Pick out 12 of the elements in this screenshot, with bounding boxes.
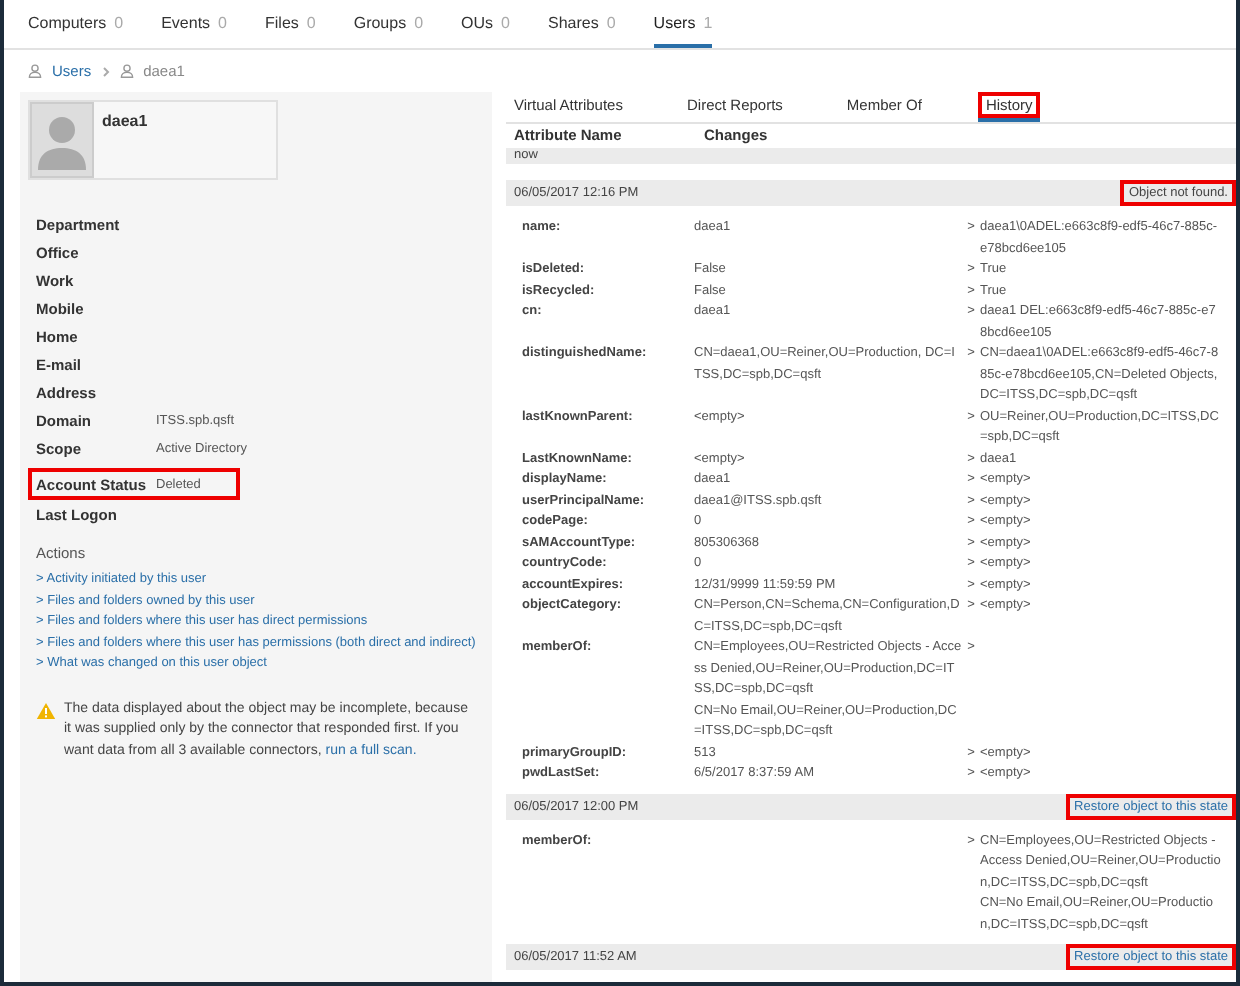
user-icon [119,64,134,78]
category-tab[interactable]: Computers 0 [28,0,124,48]
user-name: daea1 [102,110,148,134]
category-tab[interactable]: Users 1 [653,0,713,48]
category-tab[interactable]: Groups 0 [353,0,424,48]
category-tab[interactable]: Files 0 [265,0,316,48]
category-tab[interactable]: Events 0 [161,0,227,48]
category-tab[interactable]: Shares 0 [547,0,616,48]
user-icon [28,64,42,78]
warning-icon [36,701,56,719]
chevron-icon [101,65,110,77]
category-tab[interactable]: OUs 0 [461,0,510,48]
